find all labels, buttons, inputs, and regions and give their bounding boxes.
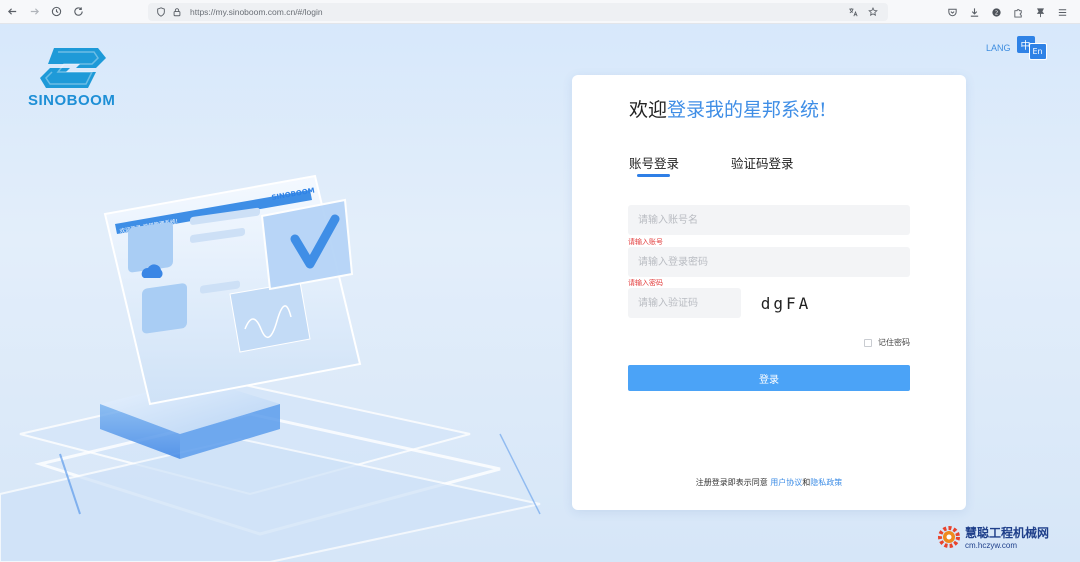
remember-label: 记住密码 xyxy=(878,338,910,347)
gear-logo-icon xyxy=(938,526,960,548)
shield-icon[interactable] xyxy=(154,5,168,19)
tab-account-login[interactable]: 账号登录 xyxy=(629,153,679,177)
privacy-policy-link[interactable]: 隐私政策 xyxy=(810,478,842,487)
account-icon[interactable]: 2 xyxy=(986,2,1006,22)
watermark-title: 慧聪工程机械网 xyxy=(965,526,1050,540)
user-agreement-link[interactable]: 用户协议 xyxy=(770,478,802,487)
language-switcher[interactable]: LANG 中 En xyxy=(986,36,1049,60)
translate-icon[interactable] xyxy=(846,5,860,19)
watermark-url: cm.hczyw.com xyxy=(965,541,1018,550)
username-input[interactable] xyxy=(628,205,910,235)
welcome-title: 欢迎登录我的星邦系统! xyxy=(629,95,827,122)
captcha-input[interactable] xyxy=(628,288,741,318)
password-error: 请输入密码 xyxy=(628,279,663,287)
pocket-icon[interactable] xyxy=(942,2,962,22)
language-toggle-icon[interactable]: 中 En xyxy=(1016,36,1049,60)
back-icon[interactable] xyxy=(2,2,22,22)
site-watermark: 慧聪工程机械网 cm.hczyw.com xyxy=(936,524,1049,550)
address-bar[interactable]: https://my.sinoboom.com.cn/#/login xyxy=(148,3,888,21)
bookmark-star-icon[interactable] xyxy=(866,5,880,19)
hero-illustration: 欢迎登录 星邦管理系统! SINOBOOM xyxy=(0,174,541,562)
menu-icon[interactable] xyxy=(1052,2,1072,22)
forward-icon[interactable] xyxy=(24,2,44,22)
login-tabs: 账号登录 验证码登录 xyxy=(629,153,846,177)
sinoboom-logo-icon xyxy=(40,48,106,88)
username-error: 请输入账号 xyxy=(628,238,663,246)
download-icon[interactable] xyxy=(964,2,984,22)
brand-logo: SINOBOOM xyxy=(28,46,120,109)
extensions-icon[interactable] xyxy=(1008,2,1028,22)
login-card: 欢迎登录我的星邦系统! 账号登录 验证码登录 请输入账号 请输入密码 dgFA … xyxy=(572,75,966,510)
remember-password[interactable]: 记住密码 xyxy=(864,337,910,348)
lang-en: En xyxy=(1028,43,1047,60)
agreement-text: 注册登录即表示同意 用户协议和隐私政策 xyxy=(572,477,966,488)
welcome-highlight: 登录我的星邦系统! xyxy=(667,99,827,121)
login-page: SINOBOOM LANG 中 En SINOBOOM 欢迎登录我的星邦系统! … xyxy=(0,24,1080,562)
pin-icon[interactable] xyxy=(1030,2,1050,22)
history-icon[interactable] xyxy=(46,2,66,22)
browser-toolbar: https://my.sinoboom.com.cn/#/login 2 xyxy=(0,0,1080,24)
password-input[interactable] xyxy=(628,247,910,277)
lang-label: LANG xyxy=(986,43,1011,53)
url-text[interactable]: https://my.sinoboom.com.cn/#/login xyxy=(190,7,323,17)
brand-name: SINOBOOM xyxy=(28,92,116,109)
login-button[interactable]: 登录 xyxy=(628,365,910,391)
svg-text:2: 2 xyxy=(994,10,998,16)
reload-icon[interactable] xyxy=(68,2,88,22)
tab-code-login[interactable]: 验证码登录 xyxy=(731,153,794,172)
lock-icon[interactable] xyxy=(170,5,184,19)
agreement-prefix: 注册登录即表示同意 xyxy=(695,478,768,487)
welcome-prefix: 欢迎 xyxy=(629,99,668,121)
remember-checkbox[interactable] xyxy=(864,338,872,347)
captcha-image[interactable]: dgFA xyxy=(752,288,820,318)
